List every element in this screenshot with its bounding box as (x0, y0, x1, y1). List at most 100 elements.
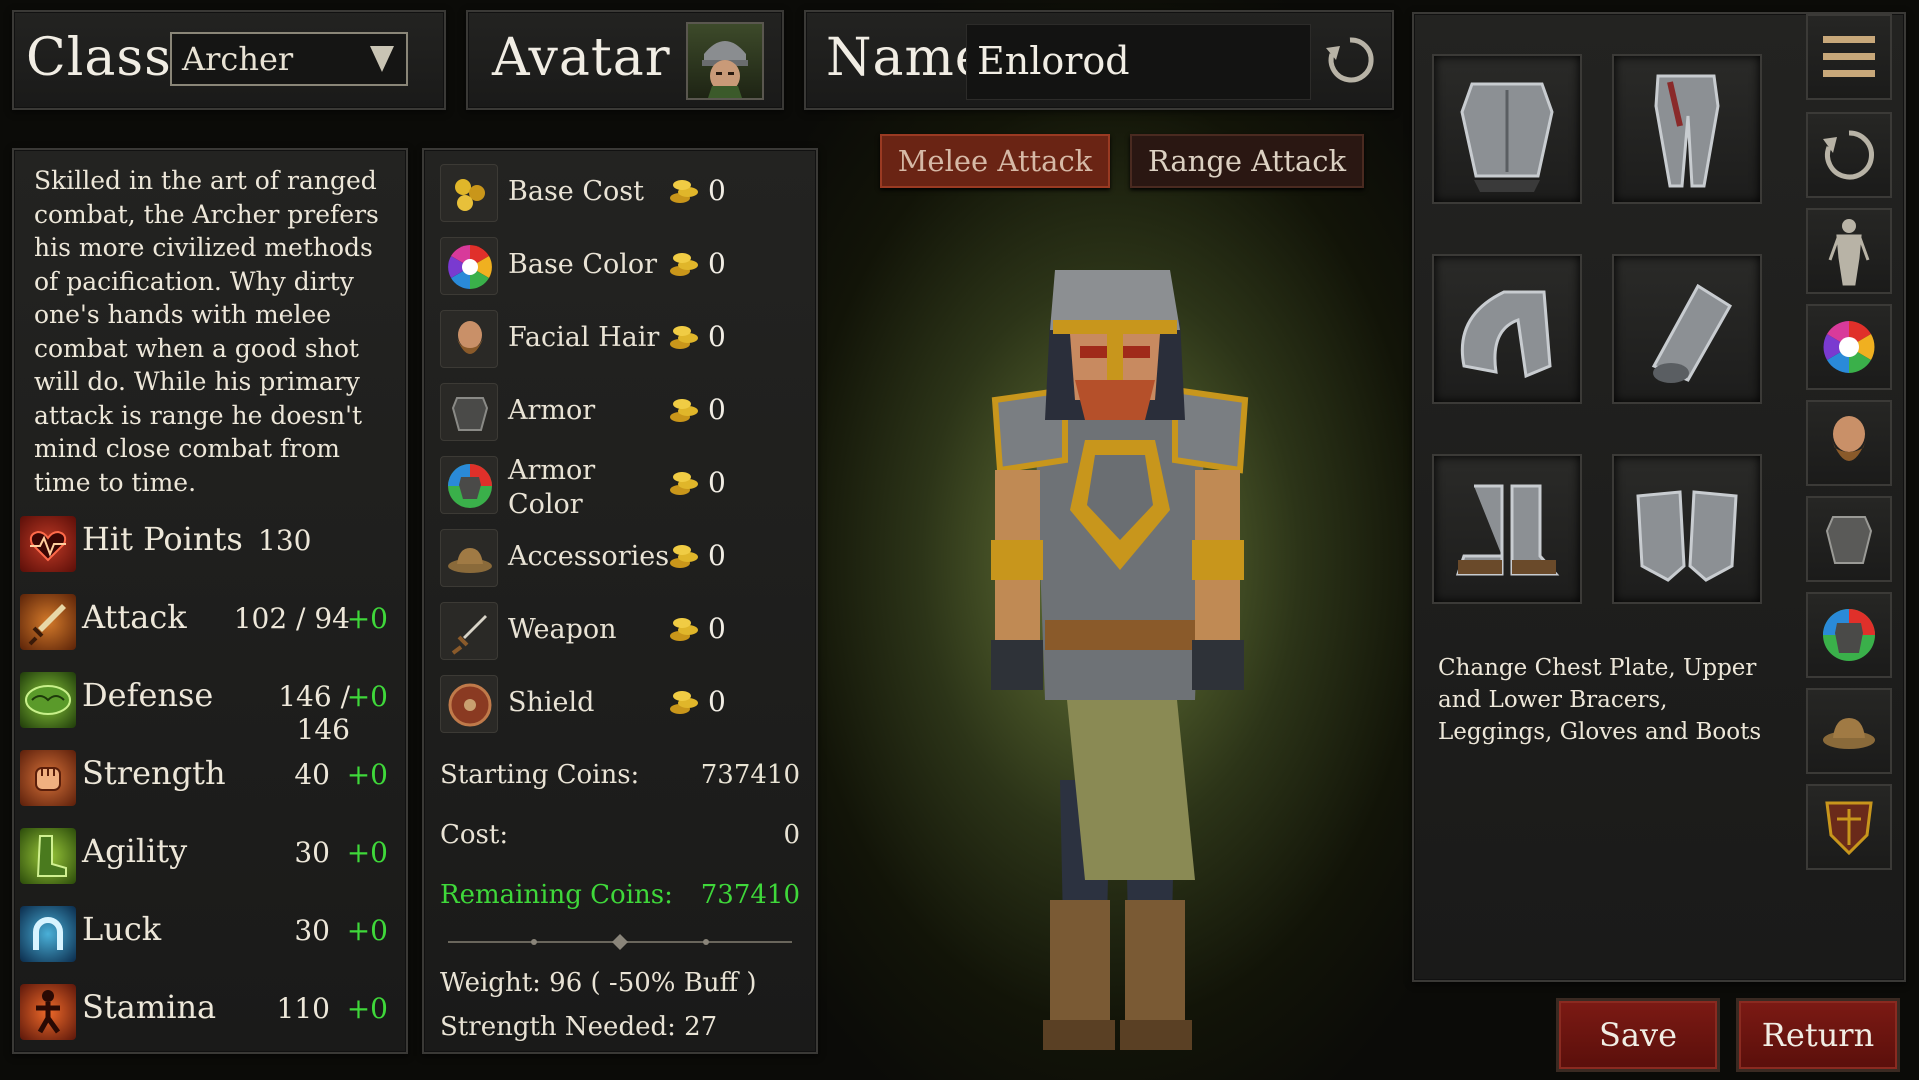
character-model[interactable] (955, 260, 1275, 1060)
gold-coin-icon (668, 395, 702, 425)
chest-plate-slot[interactable] (1432, 54, 1582, 204)
cost-amount: 0 (708, 393, 726, 426)
melee-attack-tab[interactable]: Melee Attack (880, 134, 1110, 188)
name-input[interactable]: Enlorod (966, 24, 1311, 100)
stat-value: 102 / 94 (233, 602, 350, 635)
ornamental-divider (444, 934, 796, 950)
stat-row-luck: Luck 30 +0 (20, 900, 402, 964)
boots-slot[interactable] (1432, 454, 1582, 604)
stat-row-stamina: Stamina 110 +0 (20, 978, 402, 1042)
stat-row-strength: Strength 40 +0 (20, 744, 402, 808)
menu-icon (1823, 36, 1875, 77)
cost-amount: 0 (708, 320, 726, 353)
class-dropdown-value: Archer (182, 40, 294, 78)
gold-coin-icon (668, 541, 702, 571)
cost-row-base-cost[interactable]: Base Cost 0 (440, 158, 810, 226)
upper-bracer-slot[interactable] (1432, 254, 1582, 404)
reset-rotation-button[interactable] (1806, 112, 1892, 198)
class-dropdown[interactable]: Archer (170, 32, 408, 86)
cost-row-weapon[interactable]: Weapon 0 (440, 596, 810, 664)
armor-color-button[interactable] (1806, 592, 1892, 678)
cost-label: Accessories (508, 541, 670, 572)
remaining-coins-value: 737410 (700, 880, 800, 910)
cost-row-armor-color[interactable]: Armor Color 0 (440, 450, 810, 520)
cost-total-label: Cost: (440, 820, 509, 850)
save-button[interactable]: Save (1556, 998, 1720, 1072)
cost-row-armor[interactable]: Armor 0 (440, 377, 810, 445)
equipment-description: Change Chest Plate, Upper and Lower Brac… (1438, 655, 1762, 745)
cost-row-base-color[interactable]: Base Color 0 (440, 231, 810, 299)
avatar-label: Avatar (492, 28, 671, 88)
gloves-icon (1636, 490, 1738, 582)
cost-row-accessories[interactable]: Accessories 0 (440, 523, 810, 591)
stat-row-attack: Attack 102 / 94 +0 (20, 588, 402, 652)
class-description: Skilled in the art of ranged combat, the… (34, 166, 379, 497)
beard-icon (1831, 416, 1867, 461)
stat-value: 110 (276, 992, 330, 1025)
stat-bonus: +0 (346, 914, 388, 947)
stat-value: 130 (258, 524, 312, 557)
upper-bracer-icon (1460, 290, 1552, 379)
scale-armor-icon (20, 672, 76, 728)
class-label: Class (26, 28, 172, 88)
shield-button[interactable] (1806, 784, 1892, 870)
body-icon (1828, 219, 1870, 286)
reset-rotation-icon (1823, 130, 1874, 180)
cost-label: Weapon (508, 614, 617, 645)
lower-bracer-slot[interactable] (1612, 254, 1762, 404)
menu-button[interactable] (1806, 14, 1892, 100)
round-shield-icon (440, 675, 498, 733)
stat-bonus: +0 (346, 992, 388, 1025)
cost-label: Shield (508, 687, 595, 718)
gold-coin-icon (668, 468, 702, 498)
color-wheel-icon (440, 237, 498, 295)
refresh-icon (1326, 37, 1374, 83)
return-button[interactable]: Return (1736, 998, 1900, 1072)
stat-value: 146 / 146 (278, 680, 350, 746)
cost-row-shield[interactable]: Shield 0 (440, 669, 810, 737)
hat-icon (1823, 718, 1875, 749)
armor-button[interactable] (1806, 496, 1892, 582)
color-wheel-icon (1823, 321, 1875, 373)
helmeted-face-icon (702, 41, 748, 98)
cost-row-facial-hair[interactable]: Facial Hair 0 (440, 304, 810, 372)
stat-bonus: +0 (346, 758, 388, 791)
stat-row-agility: Agility 30 +0 (20, 822, 402, 886)
cost-label: Armor (508, 395, 596, 426)
gold-coin-icon (668, 687, 702, 717)
stat-label: Luck (82, 910, 162, 948)
stat-label: Strength (82, 754, 226, 792)
gold-coin-icon (668, 176, 702, 206)
gold-coin-icon (668, 614, 702, 644)
gold-coin-icon (668, 322, 702, 352)
sword-icon (20, 594, 76, 650)
facial-hair-button[interactable] (1806, 400, 1892, 486)
chevron-down-icon (370, 46, 394, 72)
stat-bonus: +0 (346, 836, 388, 869)
stat-bonus: +0 (346, 680, 388, 713)
lower-bracer-icon (1651, 283, 1733, 383)
stat-row-defense: Defense 146 / 146 +0 (20, 666, 402, 746)
armor-color-icon (440, 456, 498, 514)
armor-icon (440, 383, 498, 441)
gold-coin-icon (668, 249, 702, 279)
name-label: Name (826, 28, 987, 88)
cost-label: Base Color (508, 249, 658, 280)
stat-value: 30 (294, 914, 330, 947)
avatar-portrait[interactable] (686, 22, 764, 100)
randomize-name-button[interactable] (1324, 34, 1376, 86)
gloves-slot[interactable] (1612, 454, 1762, 604)
range-attack-tab[interactable]: Range Attack (1130, 134, 1364, 188)
body-button[interactable] (1806, 208, 1892, 294)
hat-icon (440, 529, 498, 587)
stat-label: Attack (82, 598, 187, 636)
accessories-button[interactable] (1806, 688, 1892, 774)
leggings-slot[interactable] (1612, 54, 1762, 204)
beard-icon (440, 310, 498, 368)
fist-icon (20, 750, 76, 806)
cost-amount: 0 (708, 612, 726, 645)
base-color-button[interactable] (1806, 304, 1892, 390)
cost-amount: 0 (708, 174, 726, 207)
cost-amount: 0 (708, 685, 726, 718)
weight-text: Weight: 96 ( -50% Buff ) (440, 968, 757, 998)
